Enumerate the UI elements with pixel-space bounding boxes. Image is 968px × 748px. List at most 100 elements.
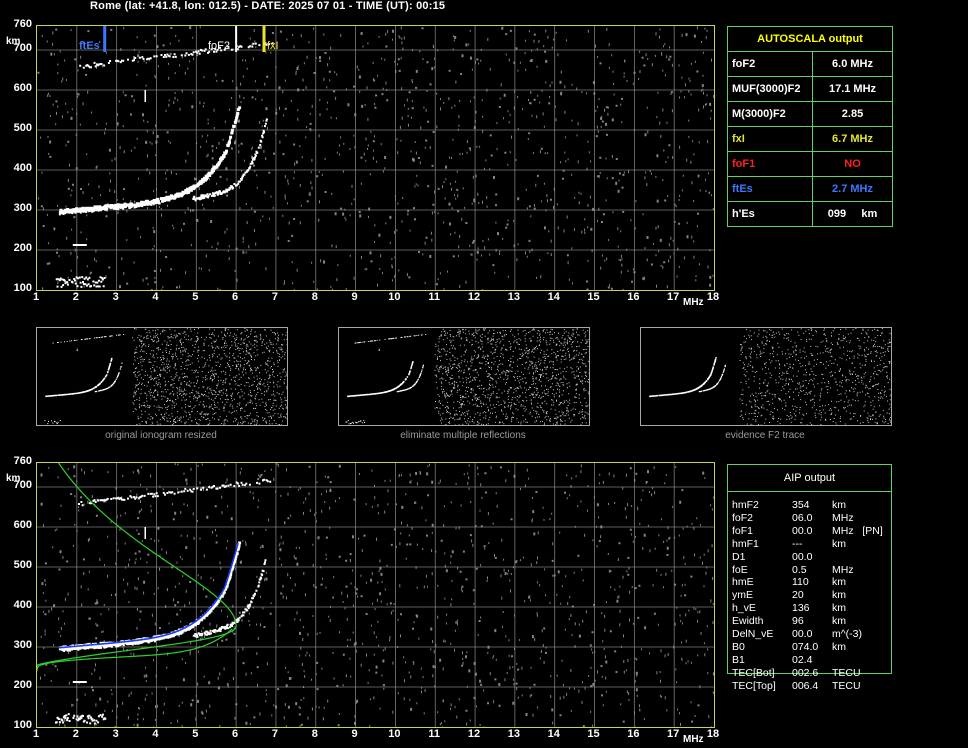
x-unit-label-bottom: MHz	[683, 734, 704, 745]
caption-eliminate-multiple: eliminate multiple reflections	[400, 430, 526, 441]
fxI-marker-label: fxI	[267, 40, 279, 52]
x-tick-label: 1	[32, 728, 40, 740]
echo-points	[54, 478, 272, 725]
x-tick-label: 11	[428, 728, 441, 740]
x-tick-label: 1	[32, 291, 40, 303]
x-tick-label: 15	[587, 728, 600, 740]
aip-param: h_vE	[732, 602, 756, 615]
noise-speckle	[40, 463, 714, 727]
x-tick-label: 6	[232, 291, 239, 303]
aip-unit: TECU	[832, 679, 861, 692]
aip-output-list: hmF2 354 km foF2 06.0 MHz foF1 00.0 MHz [PN] hmF1…	[732, 499, 932, 699]
grid-lines	[37, 463, 714, 727]
aip-unit: km	[832, 615, 846, 628]
autoscala-row: M(3000)F2 2.85	[727, 101, 893, 127]
thumb-trace	[649, 357, 726, 398]
aip-param: B1	[732, 653, 745, 666]
autoscala-value: 099 km	[812, 201, 893, 227]
noise-dots	[40, 463, 714, 727]
x-tick-label: 7	[271, 728, 278, 740]
autoscala-row: h'Es 099 km	[727, 201, 893, 227]
autoscala-value: 6.0 MHz	[812, 51, 893, 77]
aip-unit: TECU	[832, 666, 861, 679]
aip-unit: MHz	[832, 511, 854, 524]
aip-value: 074.0	[792, 640, 819, 653]
x-tick-label: 18	[706, 728, 720, 740]
aip-unit: km	[832, 602, 846, 615]
x-tick-label: 16	[627, 728, 640, 740]
autoscala-table: AUTOSCALA output foF2 6.0 MHz MUF(3000)F2 1…	[727, 26, 893, 227]
ionogram-profile-plot	[36, 462, 715, 728]
autoscala-param: foF2	[727, 51, 813, 77]
aip-value: 0.5	[792, 563, 807, 576]
echo-points	[55, 42, 274, 288]
y-tick-label: 300	[13, 202, 32, 214]
aip-param: foF1	[732, 524, 754, 537]
x-tick-label: 11	[428, 291, 441, 303]
autoscala-value: 6.7 MHz	[812, 126, 893, 152]
autoscala-value: 2.7 MHz	[812, 176, 893, 202]
aip-value: 002.6	[792, 666, 819, 679]
frequency-markers	[103, 26, 266, 52]
x-tick-label: 13	[507, 728, 520, 740]
aip-param: ymE	[732, 589, 753, 602]
aip-param: foE	[732, 563, 748, 576]
autoscala-param: h'Es	[727, 201, 813, 227]
thumbnail-original	[36, 327, 288, 426]
aip-output-title: AIP output	[783, 472, 836, 484]
aip-output-title-box: AIP output	[727, 464, 892, 492]
thumb-noise	[739, 328, 891, 425]
autoscala-value: NO	[812, 151, 893, 177]
thumbnail-eliminate-multiple	[338, 327, 590, 426]
autoscala-value: 17.1 MHz	[812, 76, 893, 102]
x-tick-label: 17	[667, 728, 680, 740]
autoscala-title: AUTOSCALA output	[727, 26, 893, 52]
aip-param: hmF2	[732, 499, 759, 511]
y-tick-label: 400	[13, 599, 32, 611]
ftEs-marker-label: ftEs	[79, 40, 100, 52]
x-tick-label: 12	[467, 291, 481, 303]
aip-param: TEC[Bot]	[732, 666, 775, 679]
x-tick-label: 10	[388, 291, 401, 303]
y-tick-label: 300	[13, 639, 32, 651]
autoscala-row: foF1 NO	[727, 151, 893, 177]
x-tick-label: 4	[152, 291, 159, 303]
x-tick-label: 5	[192, 291, 199, 303]
y-tick-label: 760	[13, 455, 32, 467]
aip-value: 00.0	[792, 524, 813, 537]
ionogram-main-canvas	[37, 26, 714, 290]
x-tick-label: 9	[351, 728, 358, 740]
aip-value: 006.4	[792, 679, 819, 692]
autoscala-param: fxI	[727, 126, 813, 152]
x-tick-label: 3	[112, 728, 119, 740]
x-tick-label: 14	[547, 728, 560, 740]
x-tick-label: 3	[112, 291, 119, 303]
ionogram-echo-trace	[55, 42, 274, 288]
y-tick-label: 500	[13, 122, 32, 134]
autoscala-param: M(3000)F2	[727, 101, 813, 127]
aip-param: D1	[732, 550, 746, 563]
noise-speckle	[37, 26, 714, 290]
aip-param: hmF1	[732, 537, 759, 550]
ionogram-profile-canvas	[37, 463, 714, 727]
aip-unit: m^(-3)	[832, 628, 863, 640]
x-tick-label: 4	[152, 728, 159, 740]
autoscala-row: foF2 6.0 MHz	[727, 51, 893, 77]
aip-value: 354	[792, 499, 810, 511]
ionogram-header: Rome (lat: +41.8, lon: 012.5) - DATE: 20…	[90, 0, 446, 12]
x-tick-label: 17	[667, 291, 680, 303]
fitted-o-trace-line	[58, 542, 239, 649]
aip-unit: MHz	[832, 563, 854, 576]
aip-value: 20	[792, 589, 804, 602]
foF2-marker-label: foF2	[208, 40, 231, 52]
x-tick-label: 15	[587, 291, 600, 303]
aip-unit: km	[832, 537, 846, 550]
autoscala-row: ftEs 2.7 MHz	[727, 176, 893, 202]
x-tick-label: 13	[507, 291, 520, 303]
noise-dots	[37, 26, 714, 290]
aip-unit: km	[832, 499, 846, 511]
aip-value: 96	[792, 615, 804, 628]
x-tick-label: 18	[706, 291, 720, 303]
x-tick-label: 16	[627, 291, 640, 303]
autoscala-row: fxI 6.7 MHz	[727, 126, 893, 152]
